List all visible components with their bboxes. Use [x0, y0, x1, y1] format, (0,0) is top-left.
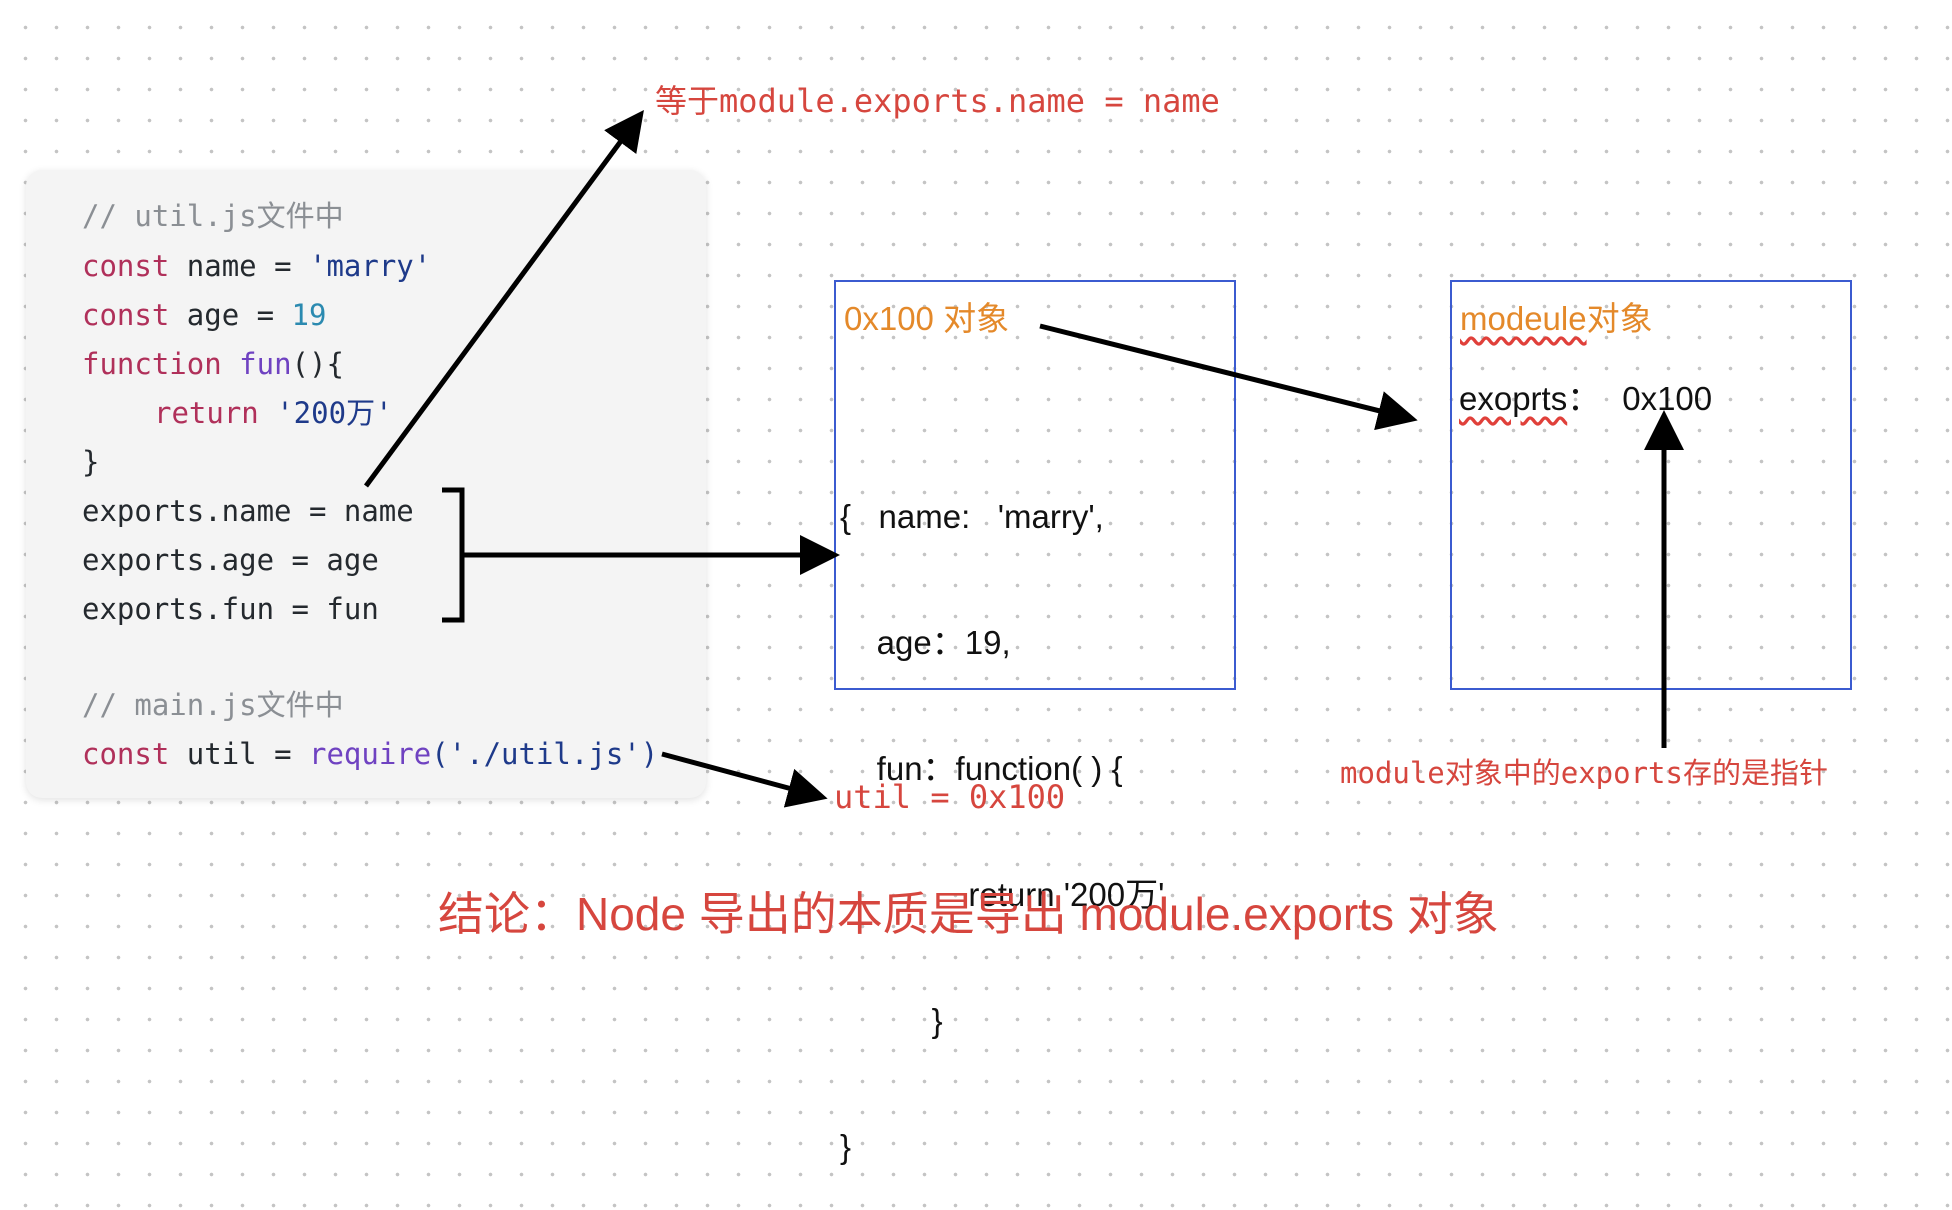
object-line: } [840, 1002, 943, 1039]
arrow-to-top-annotation [363, 109, 644, 488]
exports-bracket [442, 487, 465, 623]
arrow-object-to-module [1039, 323, 1418, 431]
arrow-require-to-util [661, 751, 828, 808]
arrows-layer [363, 109, 1684, 808]
object-line: } [840, 1128, 852, 1165]
